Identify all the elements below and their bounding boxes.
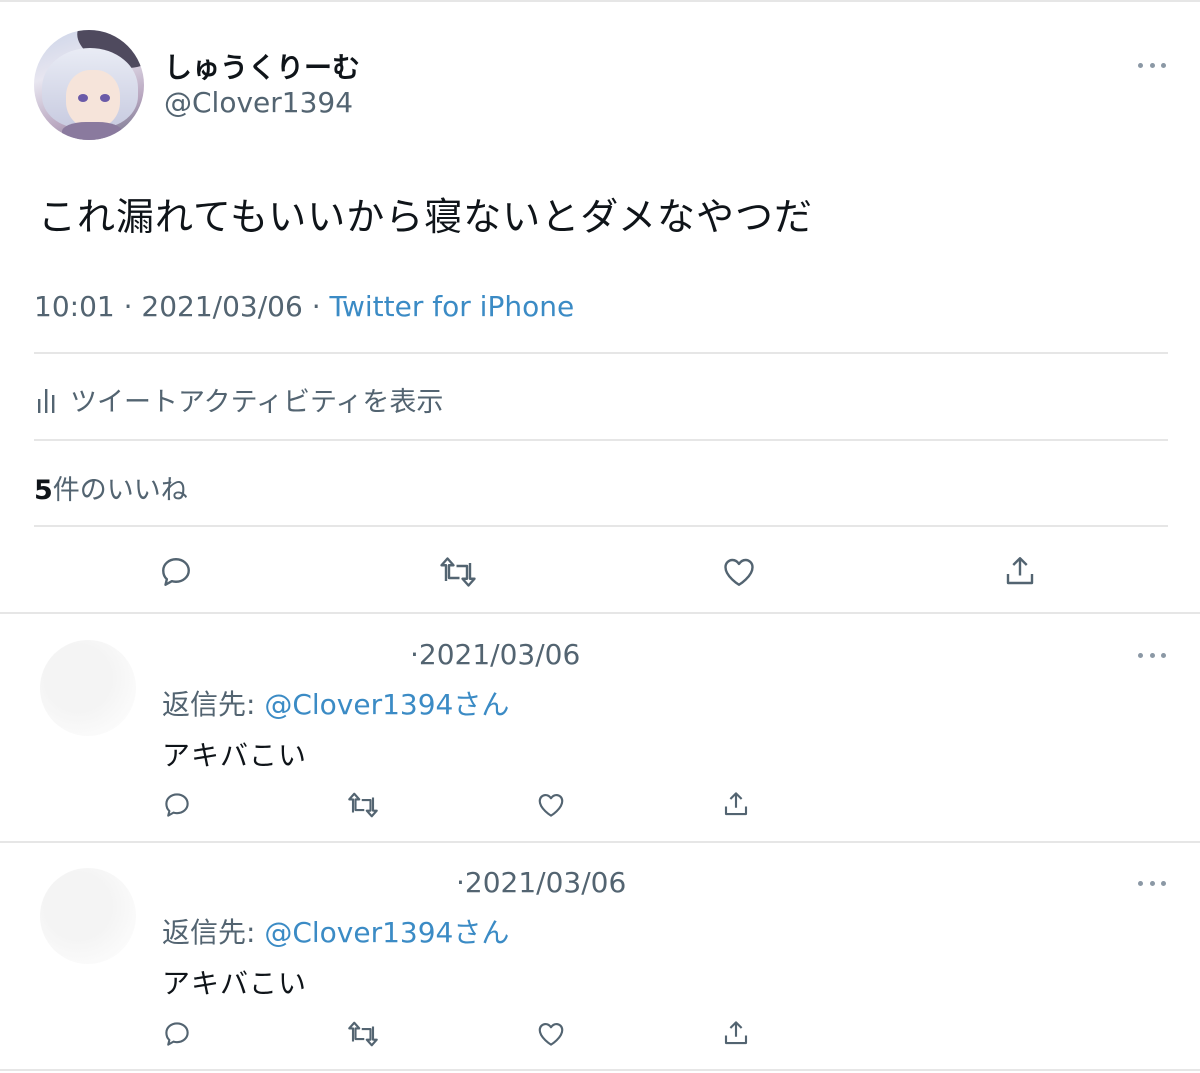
divider	[34, 525, 1168, 527]
heart-icon[interactable]	[535, 790, 567, 820]
reply-icon[interactable]	[162, 790, 192, 820]
heart-icon[interactable]	[535, 1019, 567, 1049]
reply-icon[interactable]	[162, 1019, 192, 1049]
author-avatar[interactable]	[34, 30, 144, 140]
retweet-icon[interactable]	[346, 790, 380, 820]
divider	[34, 352, 1168, 354]
reply-date: ·2021/03/06	[456, 866, 627, 899]
more-dots-icon[interactable]	[1138, 60, 1166, 70]
likes-label: 件のいいね	[52, 475, 188, 506]
retweet-icon[interactable]	[438, 554, 478, 590]
tweet-time: 10:01	[34, 290, 115, 323]
tweet-meta: 10:01 · 2021/03/06 · Twitter for iPhone	[34, 290, 574, 323]
reply-to-line: 返信先: @Clover1394さん	[162, 916, 510, 949]
reply-date: ·2021/03/06	[410, 638, 581, 671]
top-border	[0, 0, 1200, 2]
reply-avatar[interactable]	[40, 868, 136, 964]
tweet-source-link[interactable]: Twitter for iPhone	[330, 290, 575, 323]
tweet-activity-label: ツイートアクティビティを表示	[70, 387, 444, 418]
meta-separator: ·	[311, 290, 330, 323]
reply-text: アキバこい	[162, 967, 308, 1000]
author-handle[interactable]: @Clover1394	[164, 86, 353, 119]
share-icon[interactable]	[721, 788, 751, 820]
tweet-text: これ漏れてもいいから寝ないとダメなやつだ	[38, 195, 814, 239]
likes-count-link[interactable]: 5件のいいね	[34, 468, 188, 507]
divider	[0, 841, 1200, 843]
reply-text: アキバこい	[162, 739, 308, 772]
reply-to-line: 返信先: @Clover1394さん	[162, 688, 510, 721]
meta-separator: ·	[123, 290, 142, 323]
more-dots-icon[interactable]	[1138, 650, 1166, 660]
divider	[34, 439, 1168, 441]
reply-icon[interactable]	[158, 554, 194, 590]
retweet-icon[interactable]	[346, 1019, 380, 1049]
bar-chart-icon	[38, 388, 55, 413]
reply-avatar[interactable]	[40, 640, 136, 736]
tweet-activity-link[interactable]: ツイートアクティビティを表示	[36, 380, 443, 419]
reply-to-mention[interactable]: @Clover1394さん	[264, 916, 509, 949]
heart-icon[interactable]	[720, 554, 758, 590]
divider	[0, 1069, 1200, 1071]
share-icon[interactable]	[1002, 552, 1038, 590]
tweet-date: 2021/03/06	[141, 290, 303, 323]
more-dots-icon[interactable]	[1138, 878, 1166, 888]
reply-to-mention[interactable]: @Clover1394さん	[264, 688, 509, 721]
likes-count: 5	[34, 475, 53, 506]
divider	[0, 612, 1200, 614]
author-display-name[interactable]: しゅうくりーむ	[164, 46, 360, 86]
share-icon[interactable]	[721, 1017, 751, 1049]
